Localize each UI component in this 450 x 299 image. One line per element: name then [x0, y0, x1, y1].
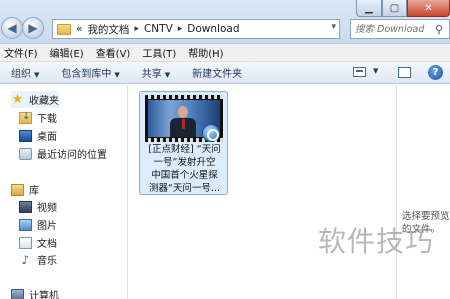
nav-computer-label: 计算机 — [29, 291, 59, 299]
watermark-text: 软件技巧 — [318, 225, 435, 258]
nav-music-label: 音乐 — [37, 256, 57, 267]
maximize-button[interactable]: ▢ — [382, 0, 407, 17]
close-icon: ✕ — [424, 2, 433, 14]
menu-tools[interactable]: 工具(T) — [138, 45, 184, 60]
file-name-line: 测器“天问一号... — [149, 183, 220, 194]
organize-button[interactable]: 组织 ▼ — [0, 65, 50, 80]
menu-file[interactable]: 文件(F) — [0, 45, 46, 60]
film-strip-top — [145, 95, 223, 99]
command-bar: 组织 ▼ 包含到库中 ▼ 共享 ▼ 新建文件夹 ▼ ? — [0, 62, 450, 84]
folder-icon — [57, 23, 71, 35]
window-controls: ▁ ▢ ✕ — [356, 0, 450, 17]
include-in-library-label: 包含到库中 — [61, 69, 112, 80]
nav-favorites-label: 收藏夹 — [29, 96, 59, 107]
file-name-line: [正点财经] “天问 — [148, 144, 221, 155]
change-view-icon[interactable] — [353, 67, 366, 77]
breadcrumb-mydocs[interactable]: 我的文档 — [87, 22, 129, 37]
minimize-button[interactable]: ▁ — [356, 0, 382, 17]
include-in-library-button[interactable]: 包含到库中 ▼ — [50, 65, 130, 80]
breadcrumb-download[interactable]: Download — [187, 23, 239, 35]
library-icon — [11, 183, 24, 196]
chevron-down-icon: ▼ — [114, 71, 120, 79]
nav-pictures-label: 图片 — [37, 221, 57, 232]
nav-desktop[interactable]: 桌面 — [19, 127, 57, 144]
anchor-head-shape — [178, 106, 188, 118]
new-folder-button[interactable]: 新建文件夹 — [181, 65, 253, 80]
downloads-folder-icon — [19, 111, 32, 124]
file-name-line: 中国首个火星探 — [151, 170, 218, 181]
nav-documents[interactable]: 文档 — [19, 234, 57, 251]
media-player-badge-icon — [202, 124, 220, 142]
maximize-icon: ▢ — [389, 2, 400, 14]
minimize-icon: ▁ — [365, 2, 373, 14]
address-bar[interactable]: « 我的文档 ▸ CNTV ▸ Download ▾ — [52, 19, 340, 39]
nav-desktop-label: 桌面 — [37, 132, 57, 143]
breadcrumb-separator-icon[interactable]: ▸ — [134, 24, 139, 34]
anchor-tie-shape — [182, 119, 185, 129]
search-input[interactable] — [351, 23, 435, 35]
breadcrumb-separator-icon[interactable]: ▸ — [178, 24, 183, 34]
recent-places-icon — [19, 147, 32, 160]
video-thumbnail — [145, 95, 223, 142]
nav-downloads-label: 下载 — [37, 114, 57, 125]
menu-view[interactable]: 查看(V) — [92, 45, 139, 60]
desktop-icon — [19, 129, 32, 142]
share-label: 共享 — [141, 69, 162, 80]
star-icon: ★ — [11, 91, 24, 107]
back-arrow-icon: ◀ — [7, 21, 17, 35]
menu-help[interactable]: 帮助(H) — [184, 45, 231, 60]
organize-label: 组织 — [11, 69, 31, 80]
nav-recent-places-label: 最近访问的位置 — [37, 150, 107, 161]
nav-pictures[interactable]: 图片 — [19, 216, 57, 233]
nav-documents-label: 文档 — [37, 239, 57, 250]
navigation-pane: ★ 收藏夹 下载 桌面 最近访问的位置 库 视频 图片 文档 ♪ 音乐 计算机 — [0, 85, 128, 299]
title-bar: ◀ ▶ « 我的文档 ▸ CNTV ▸ Download ▾ ⚲ ▁ ▢ ✕ — [0, 0, 450, 44]
file-name: [正点财经] “天问 一号”发射升空 中国首个火星探 测器“天问一号... — [143, 143, 226, 195]
search-icon[interactable]: ⚲ — [435, 23, 443, 36]
nav-videos[interactable]: 视频 — [19, 198, 57, 215]
breadcrumb-cntv[interactable]: CNTV — [144, 23, 173, 35]
video-library-icon — [19, 200, 32, 213]
close-button[interactable]: ✕ — [407, 0, 450, 17]
nav-favorites[interactable]: ★ 收藏夹 — [11, 91, 59, 108]
pictures-library-icon — [19, 218, 32, 231]
nav-downloads[interactable]: 下载 — [19, 109, 57, 126]
preview-pane: 选择要预览 的文件。 — [396, 85, 450, 299]
forward-arrow-icon: ▶ — [28, 21, 38, 35]
back-button[interactable]: ◀ — [1, 17, 23, 39]
forward-button[interactable]: ▶ — [22, 17, 44, 39]
address-dropdown-icon[interactable]: ▾ — [331, 22, 336, 32]
menu-edit[interactable]: 编辑(E) — [46, 45, 92, 60]
menu-bar: 文件(F) 编辑(E) 查看(V) 工具(T) 帮助(H) — [0, 44, 450, 62]
computer-icon — [11, 288, 24, 299]
search-box[interactable]: ⚲ — [350, 19, 450, 39]
music-note-icon: ♪ — [21, 252, 30, 267]
nav-recent-places[interactable]: 最近访问的位置 — [19, 145, 107, 162]
documents-library-icon — [19, 236, 32, 249]
preview-pane-icon[interactable] — [398, 67, 411, 78]
nav-videos-label: 视频 — [37, 203, 57, 214]
nav-computer[interactable]: 计算机 — [11, 286, 59, 299]
chevron-down-icon: ▼ — [34, 71, 40, 79]
help-icon[interactable]: ? — [428, 65, 443, 80]
view-options-chevron-icon[interactable]: ▼ — [373, 67, 378, 75]
nav-libraries-label: 库 — [29, 186, 39, 197]
nav-libraries[interactable]: 库 — [11, 181, 39, 198]
nav-music[interactable]: ♪ 音乐 — [19, 251, 57, 268]
file-name-line: 一号”发射升空 — [153, 157, 216, 168]
chevron-down-icon: ▼ — [164, 71, 171, 79]
address-overflow-chevron[interactable]: « — [76, 23, 82, 35]
share-button[interactable]: 共享 ▼ — [131, 65, 181, 80]
video-file-item[interactable]: [正点财经] “天问 一号”发射升空 中国首个火星探 测器“天问一号... — [139, 91, 228, 195]
file-list-area[interactable]: [正点财经] “天问 一号”发射升空 中国首个火星探 测器“天问一号... — [129, 85, 396, 299]
